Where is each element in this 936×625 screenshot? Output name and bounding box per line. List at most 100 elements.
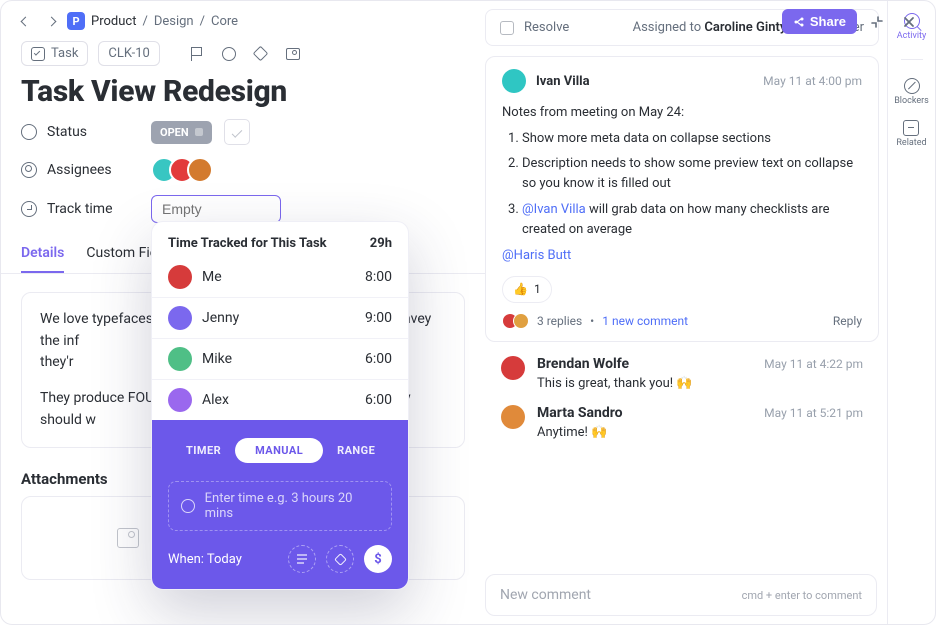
comment-list-item: Show more meta data on collapse sections — [522, 129, 862, 149]
comment-author[interactable]: Brendan Wolfe — [537, 356, 629, 372]
tracker-heading: Time Tracked for This Task — [168, 236, 327, 251]
flag-icon[interactable] — [186, 43, 208, 65]
tracker-tag-button[interactable] — [326, 545, 354, 573]
tracker-mode-tabs: TIMER MANUAL RANGE — [168, 434, 392, 467]
tracker-user-name: Jenny — [202, 310, 239, 326]
tag-icon[interactable] — [250, 43, 272, 65]
comment-text: This is great, thank you! 🙌 — [537, 376, 863, 391]
tracker-user-name: Mike — [202, 351, 232, 367]
assignees-label: Assignees — [21, 162, 139, 178]
resolve-checkbox[interactable] — [500, 21, 514, 35]
user-icon — [21, 162, 37, 178]
tracker-user-row[interactable]: Me 8:00 — [152, 257, 408, 297]
avatar — [501, 356, 525, 380]
avatar — [168, 306, 192, 330]
tracker-user-row[interactable]: Jenny 9:00 — [152, 297, 408, 338]
rail-separator — [901, 59, 923, 60]
track-time-label: Track time — [21, 201, 139, 217]
tracker-billable-button[interactable]: $ — [364, 545, 392, 573]
avatar — [168, 388, 192, 412]
tracker-user-time: 6:00 — [365, 392, 392, 408]
comment-list-item: Description needs to show some preview t… — [522, 154, 862, 194]
tracker-user-time: 6:00 — [365, 351, 392, 367]
breadcrumb-item[interactable]: Core — [211, 14, 238, 29]
tracker-user-name: Me — [202, 269, 222, 285]
comment-text: Notes from meeting on May 24: — [502, 103, 862, 123]
reply-button[interactable]: Reply — [833, 314, 862, 328]
status-icon — [21, 124, 37, 140]
clock-icon — [181, 499, 195, 513]
close-icon[interactable] — [897, 10, 921, 34]
image-icon — [117, 528, 139, 548]
comment-time: May 11 at 4:00 pm — [763, 74, 862, 88]
comment-row: Brendan Wolfe May 11 at 4:22 pm This is … — [485, 342, 879, 391]
avatar — [168, 347, 192, 371]
avatar — [502, 69, 526, 93]
rail-blockers[interactable]: Blockers — [894, 78, 929, 106]
rail-related[interactable]: Related — [896, 120, 926, 148]
complete-checkbox[interactable] — [224, 119, 250, 145]
tracker-mode-range[interactable]: RANGE — [323, 438, 389, 463]
avatar[interactable] — [187, 157, 213, 183]
reaction-chip[interactable]: 👍 1 — [502, 276, 552, 303]
mention[interactable]: @Haris Butt — [502, 248, 571, 263]
tracker-mode-manual[interactable]: MANUAL — [235, 438, 323, 463]
tracker-user-row[interactable]: Mike 6:00 — [152, 338, 408, 379]
status-label: Status — [21, 124, 139, 140]
tab-custom-fields[interactable]: Custom Fie — [86, 245, 157, 273]
related-icon — [903, 120, 919, 136]
reply-avatars — [502, 313, 529, 329]
blockers-icon — [904, 78, 920, 94]
tracker-user-name: Alex — [202, 392, 229, 408]
breadcrumb-item[interactable]: Design — [154, 14, 194, 29]
tracker-when-label[interactable]: When: Today — [168, 552, 242, 567]
task-id-pill[interactable]: CLK-10 — [98, 41, 159, 66]
tracker-user-row[interactable]: Alex 6:00 — [152, 379, 408, 420]
compose-placeholder: New comment — [500, 587, 591, 603]
image-icon[interactable] — [282, 43, 304, 65]
track-time-input[interactable] — [151, 195, 281, 223]
tracker-total: 29h — [370, 236, 392, 251]
tracker-mode-timer[interactable]: TIMER — [172, 438, 235, 463]
at-icon[interactable] — [218, 43, 240, 65]
task-icon — [31, 47, 45, 61]
tracker-user-time: 9:00 — [365, 310, 392, 326]
comment-text: Anytime! 🙌 — [537, 425, 863, 440]
comment-list-item: @Ivan Villa will grab data on how many c… — [522, 200, 862, 240]
clock-icon — [21, 201, 37, 217]
avatar — [501, 405, 525, 429]
comment-time: May 11 at 5:21 pm — [764, 406, 863, 420]
assignees-avatars[interactable] — [151, 157, 213, 183]
avatar — [168, 265, 192, 289]
breadcrumb[interactable]: Product / Design / Core — [91, 14, 238, 29]
status-chip[interactable]: OPEN — [151, 121, 212, 144]
share-icon — [793, 16, 805, 28]
tab-details[interactable]: Details — [21, 245, 64, 273]
comment-author[interactable]: Ivan Villa — [536, 74, 590, 89]
task-type-pill[interactable]: Task — [21, 41, 88, 66]
nav-forward-button[interactable] — [41, 9, 61, 33]
workspace-logo: P — [67, 12, 85, 30]
resolve-label[interactable]: Resolve — [524, 20, 569, 35]
thumbs-up-icon: 👍 — [513, 280, 528, 299]
compose-hint: cmd + enter to comment — [742, 589, 862, 602]
new-comment-input[interactable]: New comment cmd + enter to comment — [485, 574, 877, 616]
tracker-note-button[interactable] — [288, 545, 316, 573]
comment-card: Ivan Villa May 11 at 4:00 pm Notes from … — [485, 56, 879, 342]
tracker-time-input[interactable]: Enter time e.g. 3 hours 20 mins — [168, 481, 392, 531]
tracker-time-placeholder: Enter time e.g. 3 hours 20 mins — [205, 491, 379, 521]
share-button[interactable]: Share — [782, 9, 857, 34]
nav-back-button[interactable] — [15, 9, 35, 33]
tracker-user-time: 8:00 — [365, 269, 392, 285]
collapse-icon[interactable] — [865, 10, 889, 34]
replies-count[interactable]: 3 replies — [537, 314, 582, 328]
comment-row: Marta Sandro May 11 at 5:21 pm Anytime! … — [485, 391, 879, 440]
comment-author[interactable]: Marta Sandro — [537, 405, 623, 421]
mention[interactable]: @Ivan Villa — [522, 202, 586, 217]
time-tracker-popover: Time Tracked for This Task 29h Me 8:00 Jen… — [151, 221, 409, 590]
page-title: Task View Redesign — [1, 72, 485, 119]
breadcrumb-item[interactable]: Product — [91, 14, 136, 29]
status-next-icon — [195, 128, 203, 136]
comment-time: May 11 at 4:22 pm — [764, 357, 863, 371]
new-comment-link[interactable]: 1 new comment — [602, 314, 688, 328]
